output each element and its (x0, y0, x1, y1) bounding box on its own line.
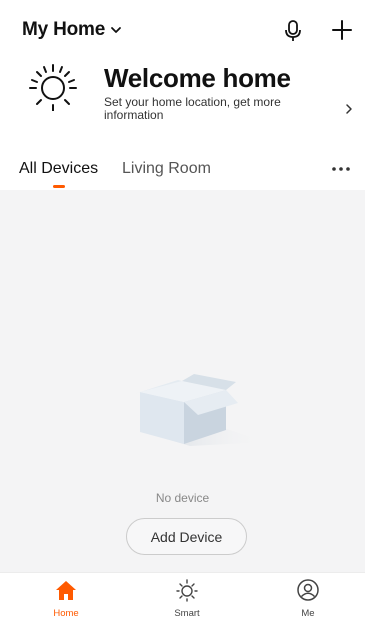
nav-me-label: Me (301, 608, 315, 619)
tab-all-devices[interactable]: All Devices (19, 160, 98, 178)
microphone-icon[interactable] (282, 18, 304, 44)
home-title: My Home (22, 19, 106, 40)
sun-icon (175, 578, 199, 602)
add-icon[interactable] (330, 18, 354, 42)
nav-smart[interactable]: Smart (147, 573, 227, 620)
chevron-down-icon (110, 24, 122, 36)
nav-home[interactable]: Home (26, 573, 106, 620)
home-selector[interactable]: My Home (22, 19, 122, 41)
home-icon (54, 578, 78, 602)
chevron-right-icon (344, 102, 354, 116)
empty-box-illustration (128, 372, 268, 452)
welcome-subtitle: Set your home location, get more informa… (104, 95, 281, 122)
empty-state-message: No device (155, 491, 210, 505)
welcome-card[interactable]: Welcome home Set your home location, get… (22, 58, 362, 128)
nav-me[interactable]: Me (268, 573, 348, 620)
nav-smart-label: Smart (174, 608, 200, 619)
add-device-button[interactable]: Add Device (126, 518, 247, 555)
more-icon[interactable] (328, 161, 354, 177)
welcome-title: Welcome home (104, 63, 291, 93)
nav-home-label: Home (53, 608, 79, 619)
tab-living-room[interactable]: Living Room (122, 160, 211, 178)
active-tab-indicator (53, 185, 65, 188)
user-icon (296, 578, 320, 602)
room-tabs: All Devices Living Room (0, 155, 365, 195)
bottom-nav: Home Smart Me (0, 572, 365, 620)
sun-icon (28, 61, 78, 112)
